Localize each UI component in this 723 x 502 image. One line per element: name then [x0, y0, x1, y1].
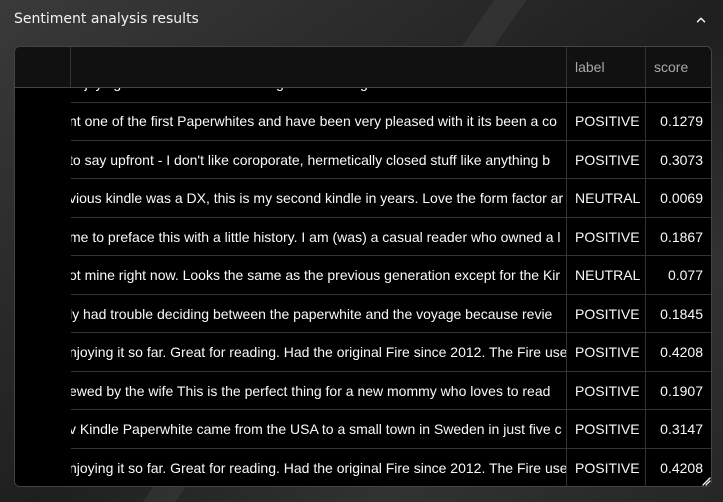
table-header: label score: [15, 47, 711, 88]
score-cell[interactable]: 0.077: [646, 256, 711, 294]
score-cell[interactable]: 0.1279: [646, 102, 711, 140]
text-value: v Kindle Paperwhite came from the USA to…: [71, 421, 562, 437]
label-cell[interactable]: NEUTRAL: [567, 256, 646, 294]
text-cell[interactable]: ly had trouble deciding between the pape…: [71, 294, 567, 332]
label-cell[interactable]: POSITIVE: [567, 448, 646, 486]
table-row[interactable]: 5 vious kindle was a DX, this is my seco…: [15, 179, 711, 218]
label-column-header[interactable]: label: [567, 47, 646, 87]
text-value: njoying it so far. Great for reading. Ha…: [71, 344, 567, 360]
text-cell[interactable]: v Kindle Paperwhite came from the USA to…: [71, 410, 567, 448]
table-body[interactable]: 2 enjoying it so far. Great for reading.…: [15, 88, 711, 486]
label-cell[interactable]: POSITIVE: [567, 410, 646, 448]
table-row[interactable]: 10 ewed by the wife This is the perfect …: [15, 371, 711, 410]
text-column-header[interactable]: [71, 47, 567, 87]
label-cell[interactable]: POSITIVE: [567, 102, 646, 140]
table-row[interactable]: 2 enjoying it so far. Great for reading.…: [15, 88, 711, 103]
label-cell[interactable]: [567, 88, 646, 102]
text-cell[interactable]: njoying it so far. Great for reading. Ha…: [71, 448, 567, 486]
table-row[interactable]: 8 ly had trouble deciding between the pa…: [15, 294, 711, 333]
label-cell[interactable]: POSITIVE: [567, 294, 646, 332]
text-value: ly had trouble deciding between the pape…: [71, 305, 553, 322]
score-cell[interactable]: 0.1845: [646, 295, 711, 333]
panel-header[interactable]: Sentiment analysis results: [0, 0, 723, 40]
text-value: njoying it so far. Great for reading. Ha…: [71, 459, 567, 476]
text-cell[interactable]: vious kindle was a DX, this is my second…: [71, 179, 567, 217]
text-value: ewed by the wife This is the perfect thi…: [71, 382, 551, 399]
score-cell[interactable]: 0.4208: [646, 333, 711, 371]
text-cell[interactable]: njoying it so far. Great for reading. Ha…: [71, 333, 567, 371]
score-cell[interactable]: 0.3147: [646, 410, 711, 448]
label-cell[interactable]: POSITIVE: [567, 217, 646, 255]
score-cell[interactable]: 0.0069: [646, 179, 711, 217]
text-cell[interactable]: enjoying it so far. Great for reading. H…: [71, 88, 567, 102]
score-cell[interactable]: 0.1867: [646, 218, 711, 256]
index-column-header[interactable]: [15, 47, 71, 87]
text-cell[interactable]: me to preface this with a little history…: [71, 217, 567, 255]
results-table[interactable]: label score 2 enjoying it so far. Great …: [14, 46, 712, 487]
text-cell[interactable]: nt one of the first Paperwhites and have…: [71, 102, 567, 140]
text-value: me to preface this with a little history…: [71, 228, 561, 245]
score-cell[interactable]: [646, 88, 711, 102]
text-cell[interactable]: ewed by the wife This is the perfect thi…: [71, 371, 567, 409]
label-cell[interactable]: POSITIVE: [567, 371, 646, 409]
text-value: ot mine right now. Looks the same as the…: [71, 267, 561, 283]
text-value: nt one of the first Paperwhites and have…: [71, 113, 557, 129]
table-row[interactable]: 11 v Kindle Paperwhite came from the USA…: [15, 410, 711, 449]
chevron-up-icon: [696, 17, 706, 23]
label-cell[interactable]: POSITIVE: [567, 333, 646, 371]
text-cell[interactable]: to say upfront - I don't like coroporate…: [71, 140, 567, 178]
label-cell[interactable]: NEUTRAL: [567, 179, 646, 217]
text-value: vious kindle was a DX, this is my second…: [71, 190, 564, 206]
text-value: to say upfront - I don't like coroporate…: [71, 151, 550, 168]
table-grid: label score 2 enjoying it so far. Great …: [15, 47, 711, 486]
table-row[interactable]: 3 nt one of the first Paperwhites and ha…: [15, 102, 711, 141]
row-index-gutter: [15, 88, 71, 486]
table-row[interactable]: 7 ot mine right now. Looks the same as t…: [15, 256, 711, 295]
resize-handle-icon[interactable]: [701, 476, 711, 486]
panel-title: Sentiment analysis results: [14, 11, 199, 27]
text-value: enjoying it so far. Great for reading. H…: [71, 88, 566, 102]
table-row[interactable]: 9 njoying it so far. Great for reading. …: [15, 333, 711, 372]
table-row[interactable]: 12 njoying it so far. Great for reading.…: [15, 448, 711, 486]
table-row[interactable]: 6 me to preface this with a little histo…: [15, 217, 711, 256]
score-cell[interactable]: 0.3073: [646, 141, 711, 179]
score-column-header[interactable]: score: [646, 47, 711, 87]
text-cell[interactable]: ot mine right now. Looks the same as the…: [71, 256, 567, 294]
score-cell[interactable]: 0.1907: [646, 372, 711, 410]
label-cell[interactable]: POSITIVE: [567, 140, 646, 178]
collapse-button[interactable]: [691, 10, 711, 30]
table-row[interactable]: 4 to say upfront - I don't like coropora…: [15, 140, 711, 179]
